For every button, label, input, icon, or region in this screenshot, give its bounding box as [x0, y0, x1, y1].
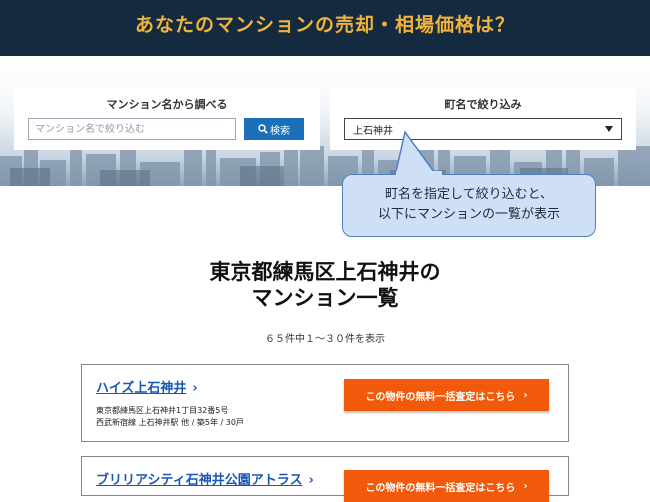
listing-name: ブリリアシティ石神井公園アトラス	[96, 473, 303, 488]
listing-details: 西武新宿線 上石神井駅 他 / 築5年 / 30戸	[96, 418, 244, 427]
name-search-label: マンション名から調べる	[106, 98, 228, 111]
mansion-name-input[interactable]	[28, 118, 236, 140]
results-heading: 東京都練馬区上石神井の マンション一覧	[0, 259, 650, 311]
callout-pointer-joint	[396, 171, 442, 177]
callout-text: 町名を指定して絞り込むと、 以下にマンションの一覧が表示	[343, 185, 595, 225]
callout-line-1: 町名を指定して絞り込むと、	[384, 187, 554, 202]
callout-tooltip: 町名を指定して絞り込むと、 以下にマンションの一覧が表示	[342, 174, 596, 237]
dropdown-arrow-icon	[605, 126, 613, 132]
search-button-label: 検索	[270, 125, 290, 137]
assessment-button-label: この物件の無料一括査定はこちら	[365, 391, 516, 403]
listing-name-link[interactable]: ブリリアシティ石神井公園アトラス ›	[96, 469, 314, 488]
listing-name: ハイズ上石神井	[96, 381, 187, 396]
callout-line-2: 以下にマンションの一覧が表示	[377, 207, 560, 222]
banner-title: あなたのマンションの売却・相場価格は？	[134, 14, 515, 36]
callout-pointer	[394, 130, 439, 177]
results-heading-line-1: 東京都練馬区上石神井の	[209, 260, 441, 284]
listing-address: 東京都練馬区上石神井1丁目32番5号	[96, 406, 229, 415]
listing-card: ハイズ上石神井 › 東京都練馬区上石神井1丁目32番5号 西武新宿線 上石神井駅 …	[81, 364, 569, 442]
header-banner: あなたのマンションの売却・相場価格は？	[0, 0, 650, 56]
town-select-value: 上石神井	[353, 125, 393, 137]
listing-name-link[interactable]: ハイズ上石神井 ›	[96, 377, 198, 396]
listing-card: ブリリアシティ石神井公園アトラス › この物件の無料一括査定はこちら ›	[81, 456, 569, 502]
town-select[interactable]: 上石神井	[344, 118, 622, 140]
name-search-panel: マンション名から調べる 検索	[14, 88, 320, 150]
results-count: ６５件中１～３０件を表示	[265, 334, 385, 345]
search-icon	[258, 124, 268, 134]
free-assessment-button[interactable]: この物件の無料一括査定はこちら ›	[344, 470, 549, 502]
chevron-right-icon: ›	[192, 381, 198, 396]
assessment-button-label: この物件の無料一括査定はこちら	[365, 482, 516, 494]
chevron-right-icon: ›	[523, 389, 528, 401]
results-heading-line-2: マンション一覧	[251, 286, 399, 310]
town-filter-label: 町名で絞り込み	[444, 98, 522, 111]
listing-address-block: 東京都練馬区上石神井1丁目32番5号 西武新宿線 上石神井駅 他 / 築5年 /…	[96, 405, 244, 429]
chevron-right-icon: ›	[308, 473, 314, 488]
search-button[interactable]: 検索	[244, 118, 304, 140]
free-assessment-button[interactable]: この物件の無料一括査定はこちら ›	[344, 379, 549, 411]
town-filter-panel: 町名で絞り込み 上石神井	[330, 88, 636, 150]
